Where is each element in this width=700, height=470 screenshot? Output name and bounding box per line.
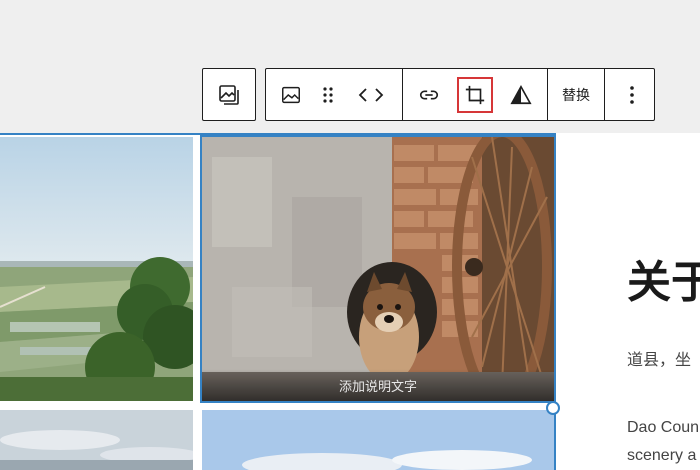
toolbar-group-tools	[403, 69, 548, 120]
move-button[interactable]	[340, 69, 402, 120]
more-vertical-icon	[630, 85, 634, 104]
paragraph-chinese: 道县，坐	[627, 350, 692, 369]
paragraph-english: Dao Coun scenery a	[627, 414, 699, 470]
toolbar-group-more	[605, 69, 659, 120]
crop-icon	[465, 85, 485, 104]
block-selection-top-border	[0, 133, 556, 135]
block-toolbar: 替换	[265, 68, 655, 121]
image-icon	[282, 86, 300, 103]
page-heading: 关于	[627, 257, 700, 308]
filter-triangle-icon	[510, 84, 532, 104]
image-caption-placeholder[interactable]: 添加说明文字	[339, 376, 417, 395]
gallery-image-sky-right[interactable]	[202, 410, 554, 470]
gallery-image-sky-left[interactable]	[0, 410, 193, 470]
link-icon	[419, 90, 439, 99]
link-button[interactable]	[403, 69, 455, 120]
toolbar-group-replace: 替换	[548, 69, 605, 120]
image-block-icon	[219, 84, 239, 105]
block-type-button[interactable]	[202, 68, 256, 121]
more-options-button[interactable]	[605, 69, 659, 120]
replace-label: 替换	[562, 87, 590, 104]
gallery-image-landscape[interactable]	[0, 137, 193, 401]
drag-handle-icon	[323, 86, 333, 103]
gallery-image-dog-selected[interactable]: 添加说明文字	[200, 135, 556, 403]
toolbar-group-transform	[266, 69, 403, 120]
paragraph-english-line-1: Dao Coun	[627, 419, 700, 436]
image-button[interactable]	[266, 69, 316, 120]
paragraph-english-line-2: scenery a	[627, 447, 697, 464]
move-arrows-icon	[358, 87, 384, 102]
crop-button-highlight	[457, 76, 493, 113]
replace-button[interactable]: 替换	[548, 69, 604, 120]
drag-handle[interactable]	[316, 69, 340, 120]
image-caption-area[interactable]: 添加说明文字	[202, 369, 554, 401]
filter-button[interactable]	[495, 69, 547, 120]
crop-button[interactable]	[457, 76, 493, 113]
